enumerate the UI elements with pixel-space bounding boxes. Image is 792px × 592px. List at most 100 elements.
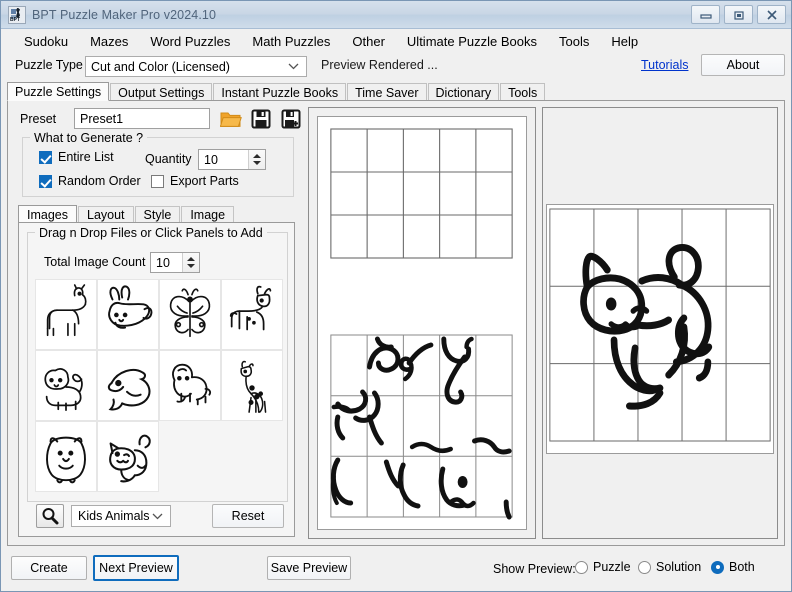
restore-icon[interactable]: [724, 5, 753, 24]
menu-item-mazes[interactable]: Mazes: [79, 32, 139, 51]
image-thumbnail-grid: [35, 279, 283, 493]
window-controls: [691, 5, 786, 24]
puzzle-type-label: Puzzle Type: [15, 58, 83, 72]
export-parts-label: Export Parts: [170, 174, 239, 188]
puzzle-type-value: Cut and Color (Licensed): [91, 60, 230, 74]
checkbox-checked-icon: [39, 151, 52, 164]
settings-left-column: Preset Preset1: [8, 101, 302, 545]
radio-unselected-icon: [638, 561, 651, 574]
radio-show-puzzle[interactable]: Puzzle: [575, 560, 631, 574]
thumbnail-deer[interactable]: [221, 279, 283, 350]
application-window: BPT BPT Puzzle Maker Pro v2024.10 Sudoku…: [0, 0, 792, 592]
create-button-label: Create: [30, 561, 68, 575]
radio-unselected-icon: [575, 561, 588, 574]
next-preview-button[interactable]: Next Preview: [93, 555, 179, 581]
drag-drop-title: Drag n Drop Files or Click Panels to Add: [35, 226, 267, 240]
menu-item-tools[interactable]: Tools: [548, 32, 600, 51]
thumbnail-empty-slot[interactable]: [159, 421, 221, 492]
quantity-stepper[interactable]: 10: [198, 149, 266, 170]
chevron-down-icon: [152, 506, 163, 526]
tab-output-settings[interactable]: Output Settings: [110, 83, 212, 101]
entire-list-checkbox[interactable]: Entire List: [39, 150, 114, 164]
reset-button[interactable]: Reset: [212, 504, 284, 528]
main-tab-strip: Puzzle Settings Output Settings Instant …: [7, 82, 785, 101]
drag-drop-group[interactable]: Drag n Drop Files or Click Panels to Add…: [27, 232, 288, 502]
menu-bar: Sudoku Mazes Word Puzzles Math Puzzles O…: [1, 29, 791, 53]
thumbnail-lion[interactable]: [35, 350, 97, 421]
inner-tab-image[interactable]: Image: [181, 206, 234, 223]
entire-list-label: Entire List: [58, 150, 114, 164]
inner-tab-style[interactable]: Style: [135, 206, 181, 223]
random-order-label: Random Order: [58, 174, 141, 188]
inner-tab-layout[interactable]: Layout: [78, 206, 134, 223]
thumbnail-hamster[interactable]: [35, 421, 97, 492]
tab-tools[interactable]: Tools: [500, 83, 545, 101]
tab-time-saver[interactable]: Time Saver: [347, 83, 426, 101]
thumbnail-elephant[interactable]: [159, 350, 221, 421]
magnifier-icon[interactable]: [36, 504, 64, 528]
minimize-icon[interactable]: [691, 5, 720, 24]
puzzle-type-select[interactable]: Cut and Color (Licensed): [85, 56, 307, 77]
save-preview-button-label: Save Preview: [271, 561, 347, 575]
tutorials-link[interactable]: Tutorials: [641, 58, 688, 72]
random-order-checkbox[interactable]: Random Order: [39, 174, 141, 188]
about-button[interactable]: About: [701, 54, 785, 76]
puzzle-and-solution-preview[interactable]: [308, 107, 536, 539]
thumbnail-alpaca[interactable]: [35, 279, 97, 350]
quantity-label: Quantity: [145, 152, 192, 166]
folder-open-icon[interactable]: [218, 107, 244, 131]
solution-preview[interactable]: [542, 107, 778, 539]
menu-item-sudoku[interactable]: Sudoku: [13, 32, 79, 51]
menu-item-help[interactable]: Help: [600, 32, 649, 51]
stepper-arrows-icon[interactable]: [182, 253, 199, 272]
menu-item-ultimate-puzzle-books[interactable]: Ultimate Puzzle Books: [396, 32, 548, 51]
create-button[interactable]: Create: [11, 556, 87, 580]
radio-show-solution[interactable]: Solution: [638, 560, 701, 574]
save-preview-button[interactable]: Save Preview: [267, 556, 351, 580]
chevron-down-icon: [288, 57, 299, 76]
total-image-count-value: 10: [151, 256, 182, 270]
inner-tab-images[interactable]: Images: [18, 205, 77, 223]
preview-sheet: [317, 116, 527, 530]
bottom-action-bar: Create Next Preview Save Preview Show Pr…: [1, 546, 791, 591]
about-button-label: About: [727, 58, 760, 72]
floppy-save-icon[interactable]: [248, 107, 274, 131]
menu-item-word-puzzles[interactable]: Word Puzzles: [139, 32, 241, 51]
checkbox-unchecked-icon: [151, 175, 164, 188]
what-to-generate-group: What to Generate ? Entire List Random Or…: [22, 137, 294, 197]
puzzle-type-row: Puzzle Type Cut and Color (Licensed) Pre…: [1, 54, 791, 80]
title-bar: BPT BPT Puzzle Maker Pro v2024.10: [1, 1, 791, 29]
export-parts-checkbox[interactable]: Export Parts: [151, 174, 239, 188]
puzzle-settings-panel: Preset Preset1: [7, 100, 785, 546]
images-tab-strip: Images Layout Style Image: [18, 205, 295, 223]
preset-input[interactable]: Preset1: [74, 108, 210, 129]
thumbnail-cat[interactable]: [97, 421, 159, 492]
radio-selected-icon: [711, 561, 724, 574]
next-preview-button-label: Next Preview: [99, 561, 173, 575]
thumbnail-giraffe[interactable]: [221, 350, 283, 421]
total-image-count-label: Total Image Count: [44, 255, 145, 269]
preset-label: Preset: [20, 112, 56, 126]
tab-dictionary[interactable]: Dictionary: [428, 83, 500, 101]
menu-item-math-puzzles[interactable]: Math Puzzles: [241, 32, 341, 51]
menu-item-other[interactable]: Other: [341, 32, 396, 51]
preview-status-text: Preview Rendered ...: [321, 58, 438, 72]
tab-instant-puzzle-books[interactable]: Instant Puzzle Books: [213, 83, 346, 101]
image-category-select[interactable]: Kids Animals: [71, 505, 171, 527]
tab-puzzle-settings[interactable]: Puzzle Settings: [7, 82, 109, 101]
thumbnail-dolphin[interactable]: [97, 350, 159, 421]
images-panel: Drag n Drop Files or Click Panels to Add…: [18, 222, 295, 537]
total-image-count-stepper[interactable]: 10: [150, 252, 200, 273]
stepper-arrows-icon[interactable]: [248, 150, 265, 169]
radio-show-both[interactable]: Both: [711, 560, 755, 574]
close-icon[interactable]: [757, 5, 786, 24]
radio-puzzle-label: Puzzle: [593, 560, 631, 574]
preset-input-value: Preset1: [80, 112, 123, 126]
solution-page-svg: [547, 205, 773, 453]
thumbnail-butterfly[interactable]: [159, 279, 221, 350]
reset-button-label: Reset: [232, 509, 265, 523]
thumbnail-empty-slot[interactable]: [221, 421, 283, 492]
floppy-save-as-icon[interactable]: [278, 107, 304, 131]
thumbnail-rabbit[interactable]: [97, 279, 159, 350]
show-preview-label: Show Preview:: [493, 562, 576, 576]
